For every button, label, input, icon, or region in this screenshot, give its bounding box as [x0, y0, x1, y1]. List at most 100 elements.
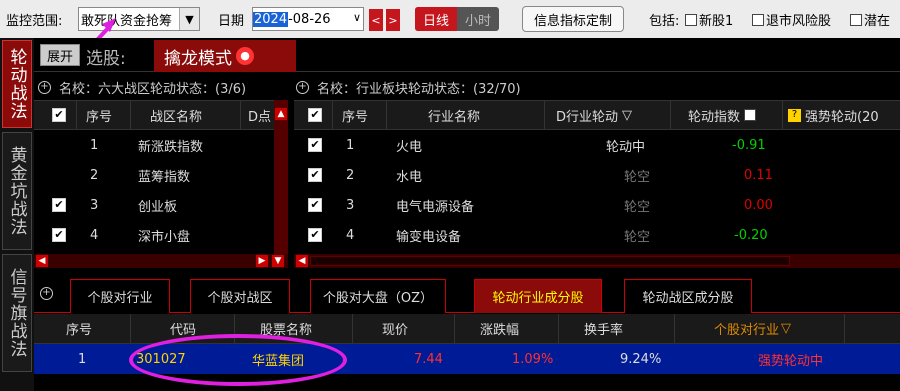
scroll-down-icon[interactable]: ▼	[272, 255, 284, 267]
opt-latent[interactable]: 潜在	[850, 10, 890, 29]
opt-delist-risk[interactable]: 退市风险股	[752, 10, 831, 29]
zoom-icon[interactable]: +	[40, 287, 53, 300]
col-stock-vs-industry: 个股对行业 ▽	[714, 321, 792, 338]
tab-signal-flag-strategy[interactable]: 信号旗战法	[2, 254, 32, 372]
scope-label: 监控范围:	[6, 13, 63, 29]
checkbox[interactable]	[850, 13, 862, 26]
row-status: 强势轮动中	[758, 353, 824, 369]
left-scrollbar[interactable]: ▲	[274, 100, 288, 258]
row-index: 4	[90, 227, 99, 243]
row-name: 新涨跌指数	[138, 139, 204, 155]
row-checkbox[interactable]: ✔	[52, 198, 66, 212]
row-checkbox[interactable]: ✔	[308, 138, 322, 152]
tab-stock-vs-industry[interactable]: 个股对行业	[70, 279, 170, 313]
scroll-right-icon[interactable]: ▶	[256, 255, 268, 267]
tab-rotation-zone-members[interactable]: 轮动战区成分股	[624, 279, 752, 313]
row-index: 3	[90, 197, 99, 213]
period-hourly[interactable]: 小时	[457, 7, 499, 31]
left-panel-title-text: 名校：六大战区轮动状态：(3/6)	[59, 82, 247, 97]
col-d-rotation: D行业轮动 ▽	[556, 107, 633, 125]
right-hscrollbar[interactable]: ◀	[294, 254, 900, 268]
row-index: 1	[90, 137, 99, 153]
help-icon[interactable]: ?	[788, 108, 801, 122]
row-checkbox[interactable]: ✔	[308, 168, 322, 182]
table-row[interactable]: ✔ 2 水电 轮空 0.11	[294, 160, 900, 190]
select-all-checkbox[interactable]: ✔	[52, 108, 66, 122]
date-year: 2024	[253, 11, 289, 27]
row-name: 输变电设备	[396, 229, 462, 245]
row-index: 2	[346, 167, 355, 183]
checkbox[interactable]	[744, 109, 757, 121]
right-panel-title-text: 名校：行业板块轮动状态：(32/70)	[317, 82, 521, 97]
row-checkbox[interactable]: ✔	[308, 198, 322, 212]
row-name: 火电	[396, 139, 423, 155]
opt-new-label: 新股1	[699, 14, 734, 29]
scroll-up-icon[interactable]: ▲	[275, 108, 287, 120]
prev-date-button[interactable]: <	[369, 9, 383, 31]
row-index-value: 0.11	[744, 167, 773, 183]
row-checkbox[interactable]: ✔	[308, 228, 322, 242]
row-index-value: -0.91	[732, 137, 766, 153]
row-index: 1	[78, 351, 87, 367]
col-d: D点	[248, 109, 272, 125]
chevron-down-icon[interactable]: ▼	[179, 8, 199, 30]
checkbox[interactable]	[685, 13, 697, 26]
col-zone-name: 战区名称	[150, 109, 203, 125]
row-name: 蓝筹指数	[138, 169, 191, 185]
row-change: 1.09%	[512, 351, 554, 367]
date-picker[interactable]: 2024 -08-26 ∨	[252, 7, 364, 31]
top-toolbar: 监控范围: 敢死队资金抢筹 ▼ 日期 2024 -08-26 ∨ < > 日线 …	[0, 0, 900, 38]
filter-icon[interactable]: ▽	[622, 108, 632, 123]
mode-label: 擒龙模式	[164, 48, 232, 69]
tab-stock-vs-market[interactable]: 个股对大盘（OZ）	[310, 279, 446, 313]
table-row[interactable]: 1 新涨跌指数	[34, 130, 274, 160]
row-status: 轮空	[624, 169, 651, 185]
left-hscrollbar[interactable]: ◀ ▶ ▼	[34, 254, 288, 268]
period-daily[interactable]: 日线	[415, 7, 457, 31]
row-index: 1	[346, 137, 355, 153]
tab-rotation-industry-members[interactable]: 轮动行业成分股	[474, 279, 602, 313]
left-table-header: ✔ 序号 战区名称 D点	[34, 100, 274, 130]
row-price: 7.44	[414, 351, 443, 367]
table-row[interactable]: ✔ 3 创业板	[34, 190, 274, 220]
col-rotation-index: 轮动指数	[688, 101, 758, 129]
scroll-thumb[interactable]	[310, 256, 790, 266]
checkbox[interactable]	[752, 13, 764, 26]
table-row[interactable]: ✔ 4 输变电设备 轮空 -0.20	[294, 220, 900, 250]
table-row[interactable]: ✔ 3 电气电源设备 轮空 0.00	[294, 190, 900, 220]
col-index: 序号	[342, 109, 369, 125]
filter-icon[interactable]: ▽	[781, 321, 791, 336]
tab-rotation-strategy[interactable]: 轮动战法	[2, 40, 32, 128]
strategy-tabs: 轮动战法 黄金坑战法 信号旗战法	[0, 38, 34, 391]
row-status: 轮动中	[606, 139, 646, 155]
chevron-down-icon[interactable]: ∨	[353, 11, 361, 24]
row-index: 3	[346, 197, 355, 213]
table-row[interactable]: ✔ 4 深市小盘	[34, 220, 274, 250]
left-panel-title: + 名校：六大战区轮动状态：(3/6)	[38, 78, 246, 97]
row-index-value: -0.20	[734, 227, 768, 243]
mode-tab[interactable]: 擒龙模式 ●	[154, 40, 296, 72]
table-row[interactable]: 2 蓝筹指数	[34, 160, 274, 190]
row-checkbox[interactable]: ✔	[52, 228, 66, 242]
lock-icon: ●	[236, 47, 254, 65]
date-label: 日期	[218, 14, 245, 29]
right-table-header: ✔ 序号 行业名称 D行业轮动 ▽ 轮动指数 ? 强势轮动(20	[294, 100, 900, 130]
period-toggle[interactable]: 日线 小时	[415, 7, 499, 31]
row-name: 电气电源设备	[396, 199, 475, 215]
next-date-button[interactable]: >	[386, 9, 400, 31]
custom-indicator-button[interactable]: 信息指标定制	[522, 6, 624, 32]
tab-stock-vs-zone[interactable]: 个股对战区	[190, 279, 290, 313]
col-index: 序号	[86, 109, 113, 125]
tab-golden-pit-strategy[interactable]: 黄金坑战法	[2, 132, 32, 250]
zoom-icon[interactable]: +	[38, 81, 51, 94]
scroll-left-icon[interactable]: ◀	[296, 255, 308, 267]
table-row[interactable]: ✔ 1 火电 轮动中 -0.91	[294, 130, 900, 160]
scroll-left-icon[interactable]: ◀	[36, 255, 48, 267]
include-label: 包括:	[649, 14, 680, 29]
zoom-icon[interactable]: +	[296, 81, 309, 94]
opt-new-stock[interactable]: 新股1	[685, 10, 733, 29]
select-all-checkbox[interactable]: ✔	[308, 108, 322, 122]
expand-button[interactable]: 展开	[40, 44, 80, 66]
col-turnover: 换手率	[584, 323, 624, 338]
row-status: 轮空	[624, 229, 651, 245]
